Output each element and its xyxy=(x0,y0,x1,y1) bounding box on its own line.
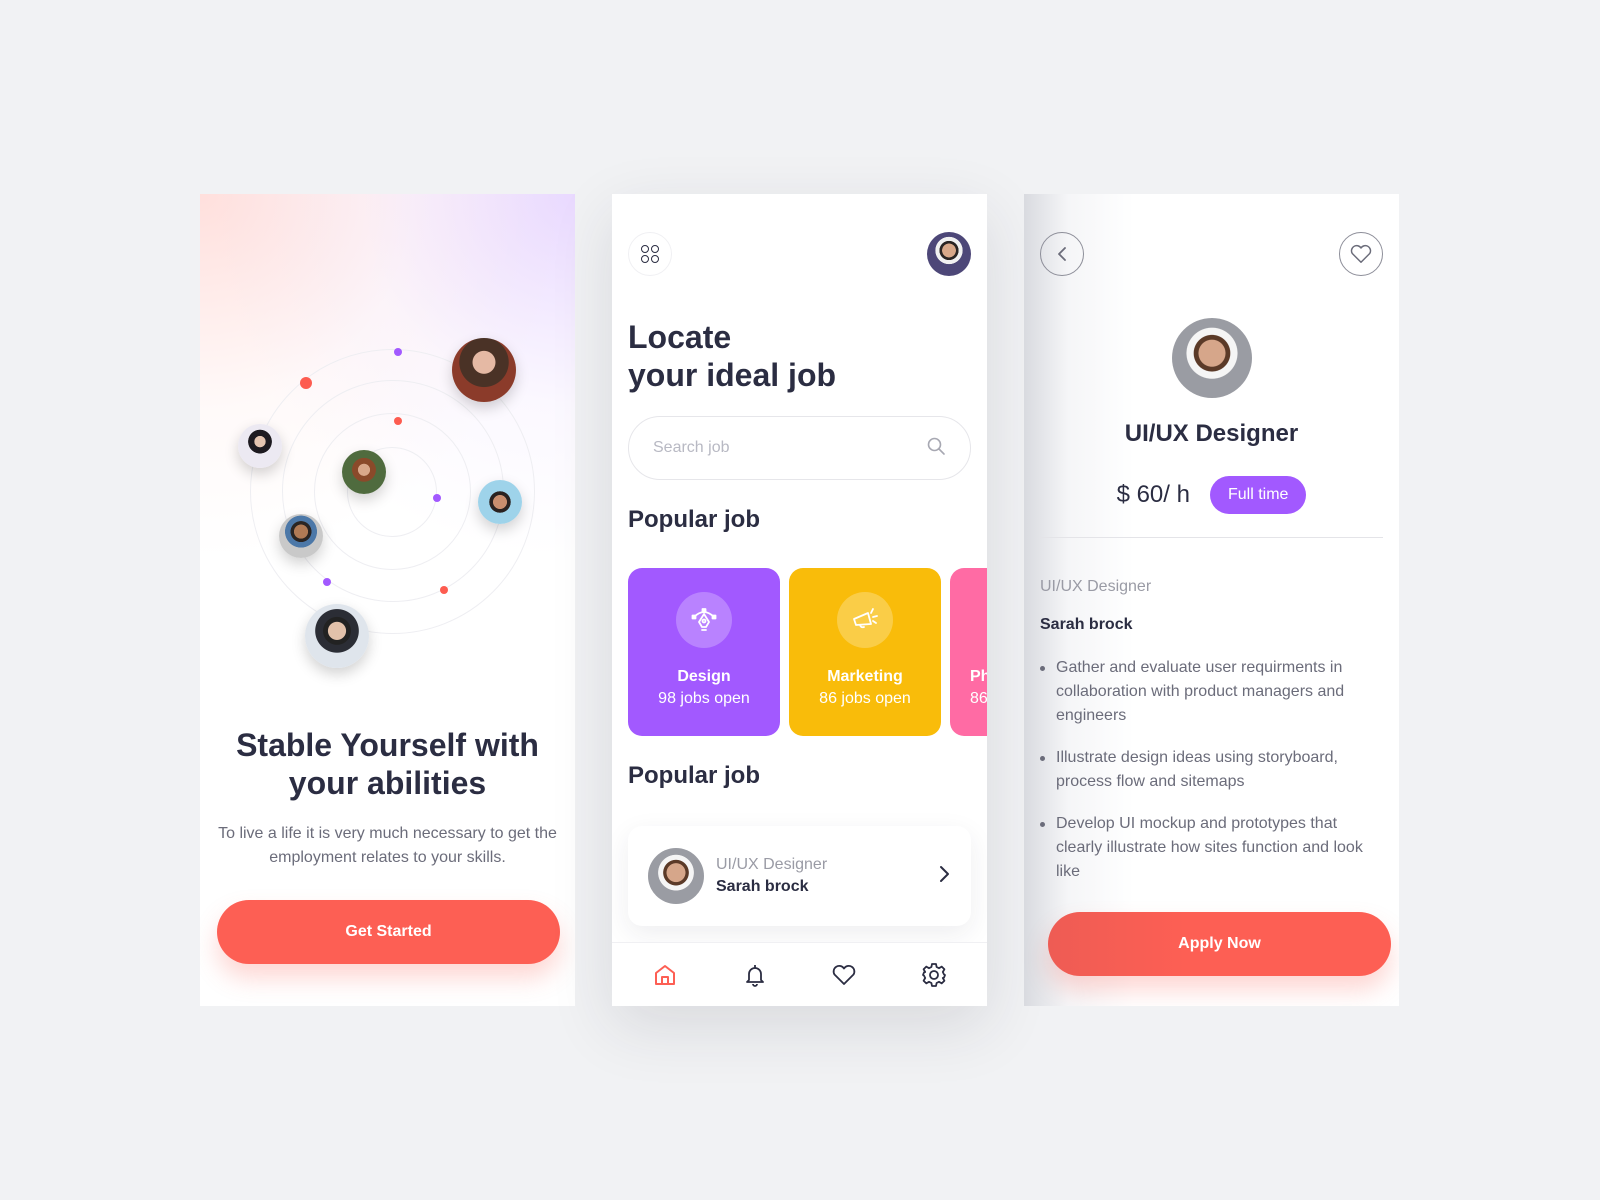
avatar-woman-glasses xyxy=(452,338,516,402)
employment-type-badge: Full time xyxy=(1209,476,1307,514)
bottom-navigation xyxy=(612,942,987,1006)
category-name: Marketing xyxy=(827,668,903,685)
back-button[interactable] xyxy=(1040,232,1084,276)
job-avatar xyxy=(648,848,704,904)
job-title: UI/UX Designer xyxy=(1124,420,1299,447)
pen-tool-icon xyxy=(676,592,732,648)
responsibility-item: Gather and evaluate user requirments in … xyxy=(1040,656,1383,728)
menu-button[interactable] xyxy=(628,232,672,276)
category-card-partial[interactable]: Ph 86 xyxy=(950,568,987,736)
avatar-smiling-man xyxy=(279,514,323,558)
orbit-dot xyxy=(394,348,402,356)
grid-menu-icon xyxy=(641,245,659,263)
responsibility-item: Illustrate design ideas using storyboard… xyxy=(1040,746,1383,794)
avatar-bearded-man xyxy=(342,450,386,494)
job-role: UI/UX Designer xyxy=(716,856,828,873)
candidate-avatar xyxy=(1172,318,1252,398)
search-icon[interactable] xyxy=(926,436,946,461)
search-field[interactable] xyxy=(628,416,971,480)
category-count: 86 xyxy=(970,690,987,707)
orbit-dot xyxy=(300,377,312,389)
nav-favorites[interactable] xyxy=(824,955,864,995)
nav-home[interactable] xyxy=(645,955,685,995)
favorite-button[interactable] xyxy=(1339,232,1383,276)
megaphone-icon xyxy=(837,592,893,648)
category-carousel[interactable]: Design 98 jobs open Marketing 86 jobs op… xyxy=(628,568,987,736)
popular-job-heading-2: Popular job xyxy=(628,762,760,789)
onboarding-subtitle: To live a life it is very much necessary… xyxy=(218,825,557,866)
gear-icon xyxy=(922,962,947,987)
apply-now-button[interactable]: Apply Now xyxy=(1048,912,1391,976)
bell-icon xyxy=(745,964,764,987)
home-icon xyxy=(654,964,675,985)
heart-icon xyxy=(833,964,856,985)
job-person-name: Sarah brock xyxy=(716,878,809,895)
home-screen: Locate your ideal job Popular job Design… xyxy=(612,194,987,1006)
avatar-smiling-woman xyxy=(478,480,522,524)
avatar-woman-dark-hair xyxy=(238,424,282,468)
popular-job-heading: Popular job xyxy=(628,506,760,533)
job-list-item[interactable]: UI/UX Designer Sarah brock xyxy=(628,826,971,926)
title-line-2: your ideal job xyxy=(628,357,837,393)
responsibilities-list: Gather and evaluate user requirments in … xyxy=(1040,656,1383,902)
nav-settings[interactable] xyxy=(914,955,954,995)
category-name: Ph xyxy=(970,668,987,685)
onboarding-title: Stable Yourself with your abilities xyxy=(236,727,539,801)
category-count: 86 jobs open xyxy=(819,690,911,707)
orbit-illustration xyxy=(200,194,575,714)
orbit-dot xyxy=(323,578,331,586)
title-line-1: Locate xyxy=(628,319,732,355)
chevron-left-icon xyxy=(1058,247,1066,261)
detail-role: UI/UX Designer xyxy=(1040,578,1152,595)
heart-icon xyxy=(1350,244,1372,263)
category-card-design[interactable]: Design 98 jobs open xyxy=(628,568,780,736)
category-name: Design xyxy=(677,668,731,685)
category-count: 98 jobs open xyxy=(658,690,750,707)
detail-person-name: Sarah brock xyxy=(1040,616,1133,633)
nav-notifications[interactable] xyxy=(735,955,775,995)
responsibility-item: Develop UI mockup and prototypes that cl… xyxy=(1040,812,1383,884)
orbit-dot xyxy=(394,417,402,425)
orbit-dot xyxy=(440,586,448,594)
user-avatar[interactable] xyxy=(927,232,971,276)
price-row: $ 60/ h Full time xyxy=(1024,476,1399,514)
get-started-button[interactable]: Get Started xyxy=(217,900,560,964)
page-title: Locate your ideal job xyxy=(628,318,836,394)
divider xyxy=(1040,537,1383,538)
hourly-rate: $ 60/ h xyxy=(1116,481,1190,508)
orbit-dot xyxy=(433,494,441,502)
search-input[interactable] xyxy=(653,439,926,457)
chevron-right-icon[interactable] xyxy=(937,864,951,889)
job-detail-screen: UI/UX Designer $ 60/ h Full time UI/UX D… xyxy=(1024,194,1399,1006)
avatar-man-glasses xyxy=(305,604,369,668)
category-card-marketing[interactable]: Marketing 86 jobs open xyxy=(789,568,941,736)
onboarding-screen: Stable Yourself with your abilities To l… xyxy=(200,194,575,1006)
